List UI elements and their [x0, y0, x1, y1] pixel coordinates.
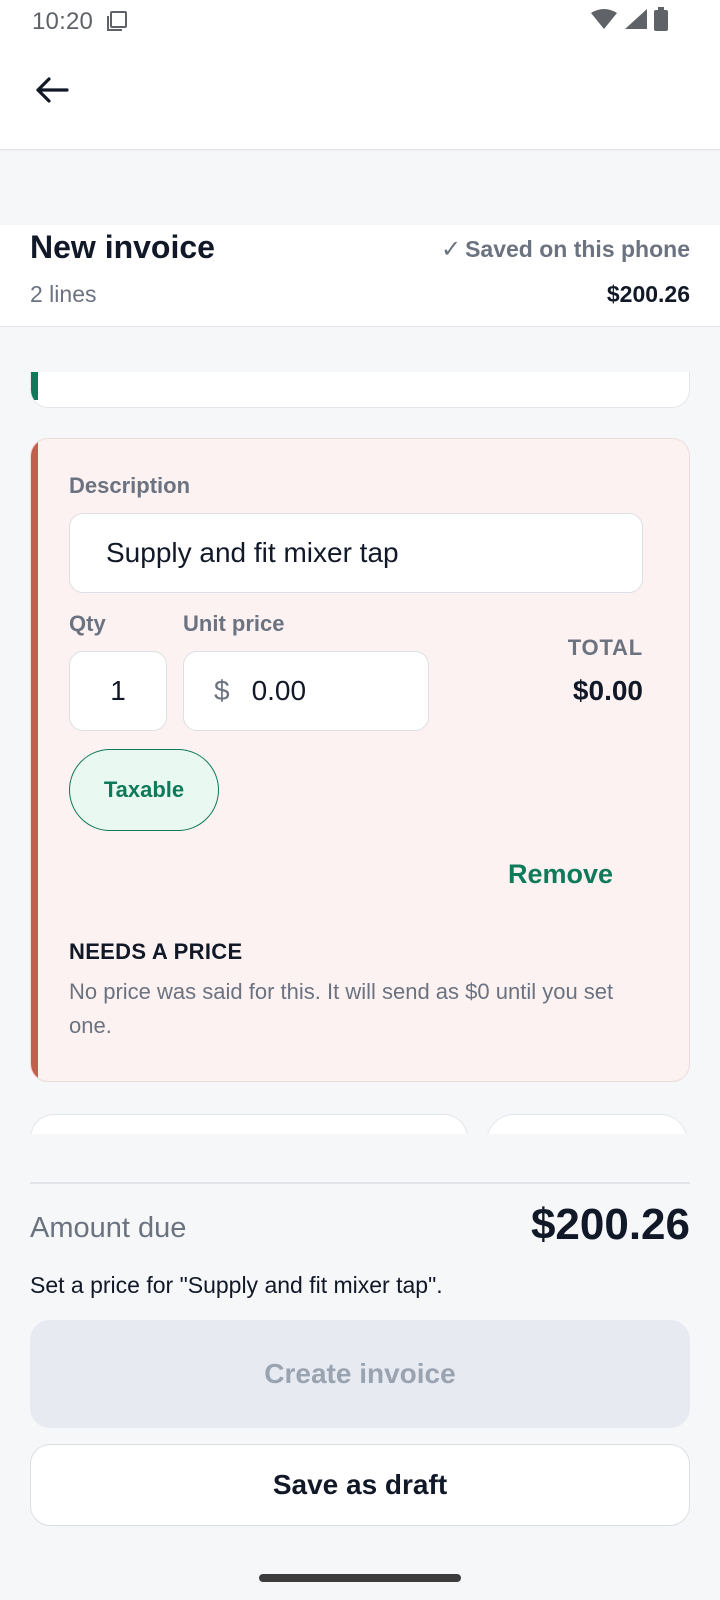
wifi-icon	[590, 8, 618, 35]
taxable-toggle[interactable]: Taxable	[69, 749, 219, 831]
save-draft-label: Save as draft	[272, 1469, 448, 1500]
app-bar	[0, 44, 720, 150]
line-total-label: TOTAL	[567, 635, 643, 660]
divider	[30, 1182, 690, 1184]
invoice-summary: New invoice ✓ Saved on this phone 2 lines…	[0, 225, 720, 327]
create-invoice-label: Create invoice	[264, 1358, 456, 1389]
qty-value: 1	[110, 675, 126, 706]
unit-price-label: Unit price	[183, 611, 285, 636]
line-total-value: $0.00	[572, 675, 643, 706]
line-item-card: Description Supply and fit mixer tap Qty…	[30, 438, 690, 1082]
warning-title: NEEDS A PRICE	[69, 939, 243, 964]
signal-icon	[624, 8, 648, 35]
description-input[interactable]: Supply and fit mixer tap	[69, 513, 643, 593]
qty-label: Qty	[69, 611, 106, 636]
saved-status-text: Saved on this phone	[465, 236, 690, 262]
description-label: Description	[69, 473, 191, 498]
bottom-panel: Amount due $200.26 Set a price for "Supp…	[0, 1134, 720, 1600]
amount-due-label: Amount due	[30, 1212, 187, 1244]
remove-button[interactable]: Remove	[508, 859, 613, 890]
back-button[interactable]	[26, 66, 78, 118]
status-icons	[590, 6, 668, 36]
home-indicator[interactable]	[259, 1574, 461, 1582]
line-item-accent	[31, 372, 38, 400]
unit-price-value: 0.00	[251, 675, 307, 706]
currency-symbol: $	[214, 675, 230, 706]
page-title: New invoice	[30, 229, 215, 265]
create-invoice-button[interactable]: Create invoice	[30, 1320, 690, 1428]
line-count: 2 lines	[30, 281, 97, 307]
warning-accent	[31, 439, 38, 1081]
check-icon: ✓	[440, 236, 462, 263]
price-hint: Set a price for "Supply and fit mixer ta…	[30, 1272, 443, 1298]
previous-line-item[interactable]	[30, 372, 690, 408]
taxable-label: Taxable	[103, 777, 185, 802]
status-time: 10:20	[32, 8, 94, 35]
header-total: $200.26	[606, 281, 690, 307]
save-draft-button[interactable]: Save as draft	[30, 1444, 690, 1526]
arrow-left-icon	[35, 76, 69, 109]
saved-status: ✓ Saved on this phone	[441, 235, 690, 264]
screenshot-icon	[106, 10, 128, 32]
status-bar: 10:20	[0, 0, 720, 44]
description-value: Supply and fit mixer tap	[106, 537, 399, 568]
amount-due-value: $200.26	[530, 1200, 690, 1249]
warning-text: No price was said for this. It will send…	[69, 979, 614, 1038]
spacer	[0, 151, 720, 225]
unit-price-input[interactable]: $ 0.00	[183, 651, 429, 731]
battery-icon	[654, 6, 668, 36]
qty-input[interactable]: 1	[69, 651, 167, 731]
